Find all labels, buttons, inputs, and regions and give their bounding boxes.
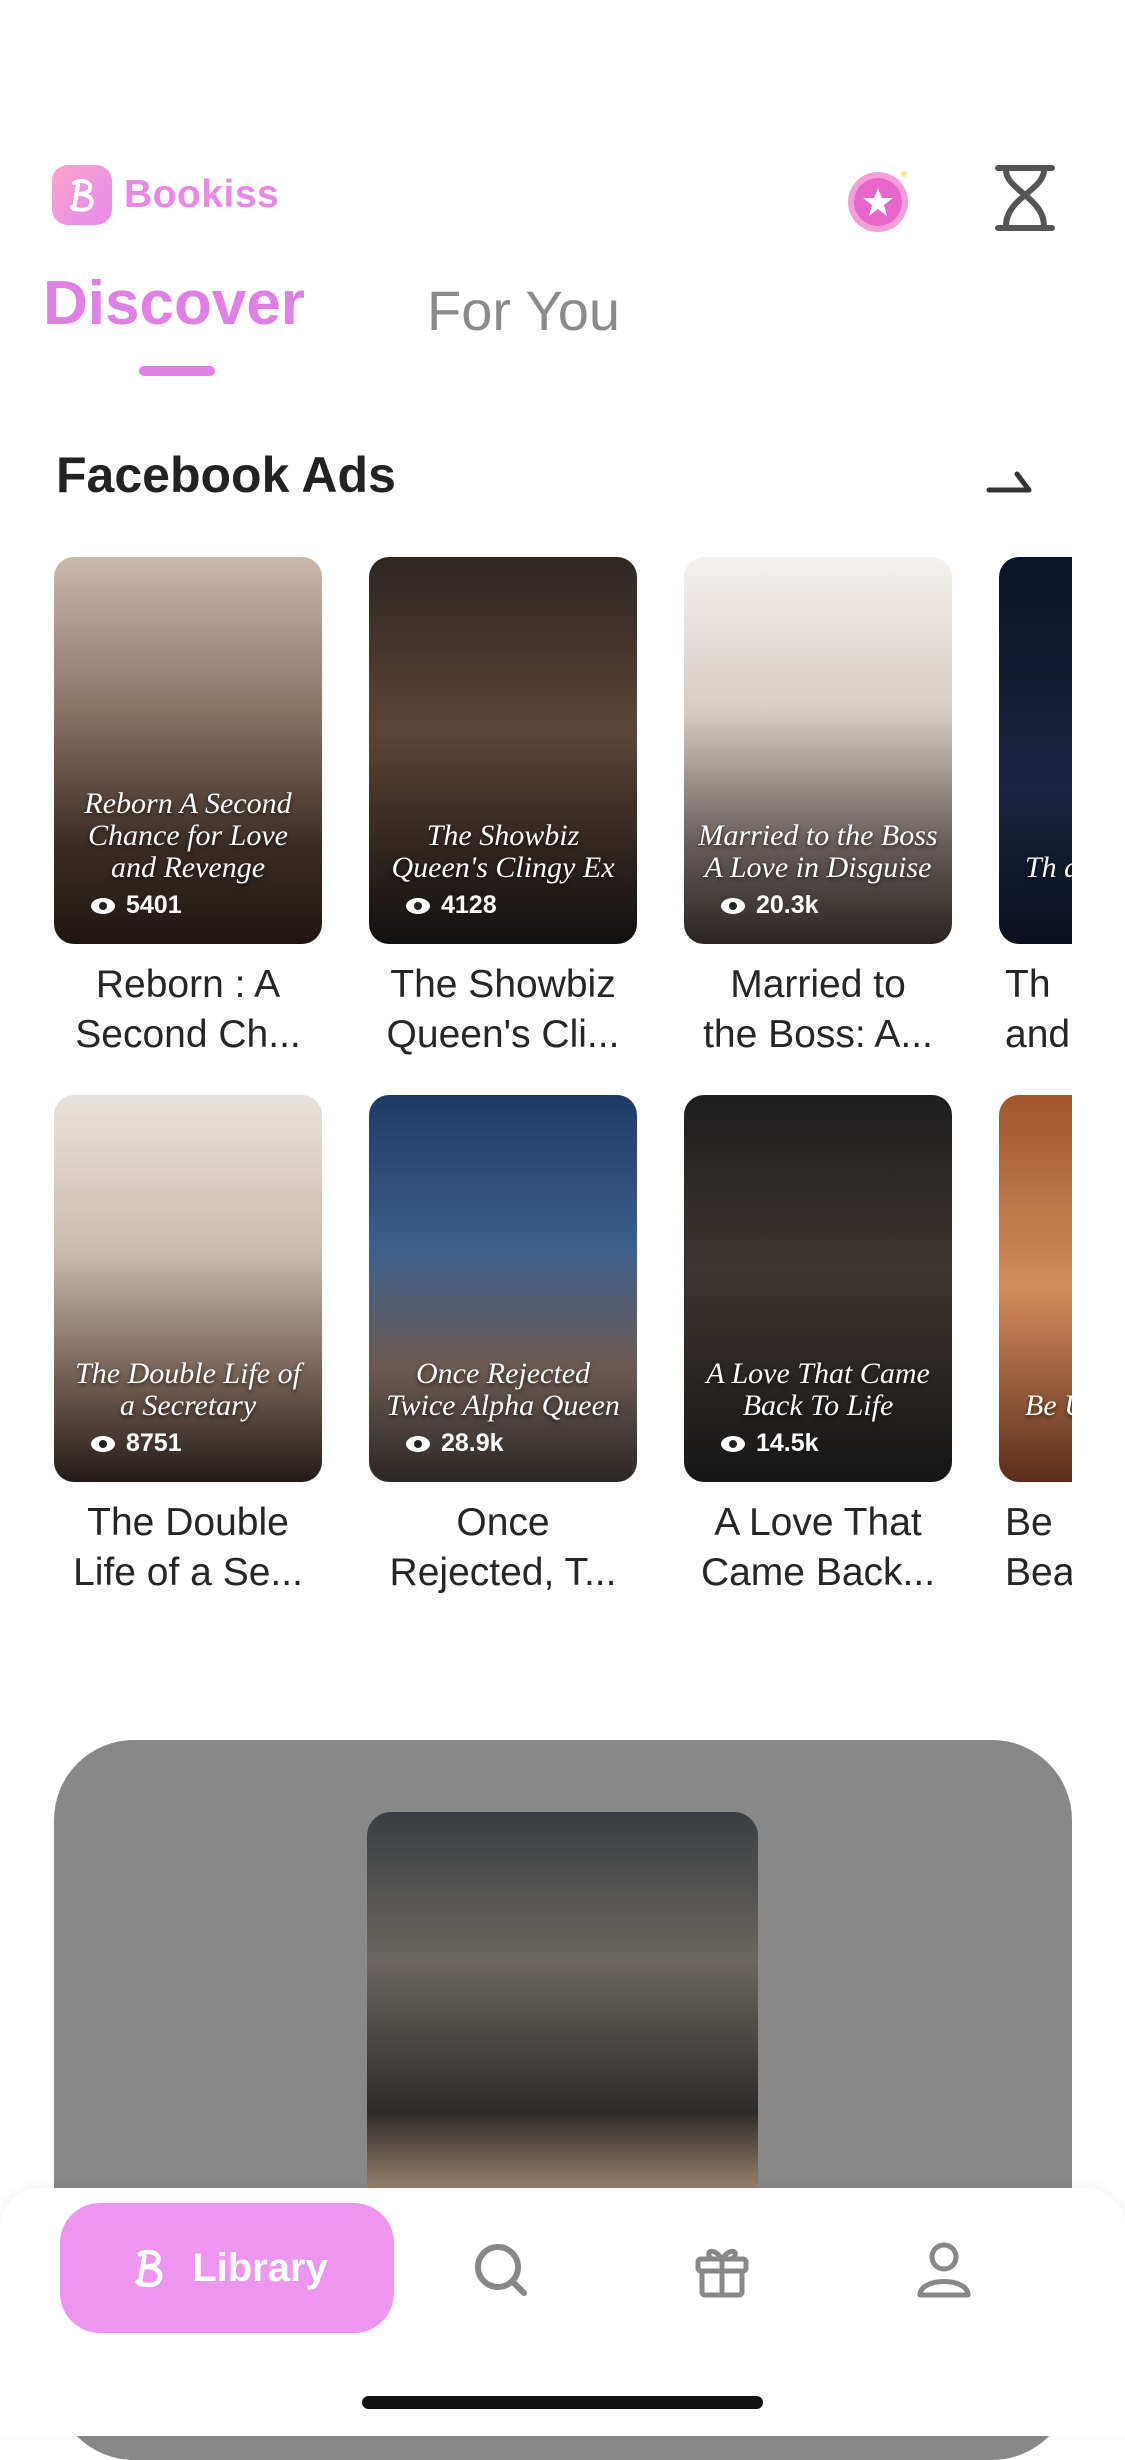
book-title[interactable]: A Love That Came Back... <box>684 1498 952 1598</box>
book-grid: Reborn A Second Chance for Love and Reve… <box>0 0 1072 1650</box>
view-count: 28.9k <box>405 1429 504 1458</box>
eye-icon <box>91 897 115 914</box>
cover-title: Be Un Talon <box>1025 1389 1072 1422</box>
search-icon[interactable] <box>468 2237 532 2301</box>
eye-icon <box>91 1435 115 1452</box>
book-cover[interactable]: Married to the Boss A Love in Disguise 2… <box>684 557 952 944</box>
book-card[interactable]: The Showbiz Queen's Clingy Ex 4128 The S… <box>369 557 637 1060</box>
views-value: 20.3k <box>756 891 819 919</box>
book-cover[interactable]: Once Rejected Twice Alpha Queen 28.9k <box>369 1095 637 1482</box>
cover-title: Married to the Boss A Love in Disguise <box>698 819 938 884</box>
eye-icon <box>406 1435 430 1452</box>
eye-icon <box>406 897 430 914</box>
book-card[interactable]: A Love That Came Back To Life 14.5k A Lo… <box>684 1095 952 1598</box>
book-card[interactable]: Once Rejected Twice Alpha Queen 28.9k On… <box>369 1095 637 1598</box>
book-card[interactable]: Th and Th and <box>999 557 1072 1060</box>
view-count: 8751 <box>90 1429 182 1458</box>
book-title[interactable]: Once Rejected, T... <box>369 1498 637 1598</box>
profile-icon[interactable] <box>912 2237 976 2301</box>
cover-title: Reborn A Second Chance for Love and Reve… <box>84 787 292 884</box>
book-cover[interactable]: Reborn A Second Chance for Love and Reve… <box>54 557 322 944</box>
book-card[interactable]: Be Un Talon Be Bea <box>999 1095 1072 1598</box>
views-value: 28.9k <box>441 1429 504 1457</box>
book-cover[interactable]: Th and <box>999 557 1072 944</box>
cover-title: The Showbiz Queen's Clingy Ex <box>391 819 615 884</box>
book-card[interactable]: The Double Life of a Secretary 8751 The … <box>54 1095 322 1598</box>
cover-title: Once Rejected Twice Alpha Queen <box>386 1357 620 1422</box>
book-card[interactable]: Married to the Boss A Love in Disguise 2… <box>684 557 952 1060</box>
view-count: 20.3k <box>720 891 819 920</box>
cover-title: The Double Life of a Secretary <box>75 1357 301 1422</box>
views-value: 5401 <box>126 891 182 919</box>
book-title[interactable]: The Showbiz Queen's Cli... <box>369 960 637 1060</box>
book-title[interactable]: Reborn : A Second Ch... <box>54 960 322 1060</box>
eye-icon <box>721 1435 745 1452</box>
book-card[interactable]: Reborn A Second Chance for Love and Reve… <box>54 557 322 1060</box>
book-cover[interactable]: Be Un Talon <box>999 1095 1072 1482</box>
book-title[interactable]: Married to the Boss: A... <box>684 960 952 1060</box>
view-count: 4128 <box>405 891 497 920</box>
library-label: Library <box>192 2245 328 2290</box>
nav-library-button[interactable]: Library <box>60 2203 394 2333</box>
views-value: 8751 <box>126 1429 182 1457</box>
book-cover[interactable]: The Showbiz Queen's Clingy Ex 4128 <box>369 557 637 944</box>
views-value: 4128 <box>441 891 497 919</box>
view-count: 5401 <box>90 891 182 920</box>
views-value: 14.5k <box>756 1429 819 1457</box>
gift-icon[interactable] <box>690 2237 754 2301</box>
book-cover[interactable]: The Double Life of a Secretary 8751 <box>54 1095 322 1482</box>
book-title[interactable]: Be Bea <box>999 1498 1072 1598</box>
book-title[interactable]: The Double Life of a Se... <box>54 1498 322 1598</box>
cover-title: A Love That Came Back To Life <box>706 1357 930 1422</box>
eye-icon <box>721 897 745 914</box>
book-title[interactable]: Th and <box>999 960 1072 1060</box>
cover-title: Th and <box>1025 851 1072 884</box>
library-icon <box>135 2249 163 2288</box>
view-count: 14.5k <box>720 1429 819 1458</box>
home-indicator <box>362 2396 763 2409</box>
book-cover[interactable]: A Love That Came Back To Life 14.5k <box>684 1095 952 1482</box>
